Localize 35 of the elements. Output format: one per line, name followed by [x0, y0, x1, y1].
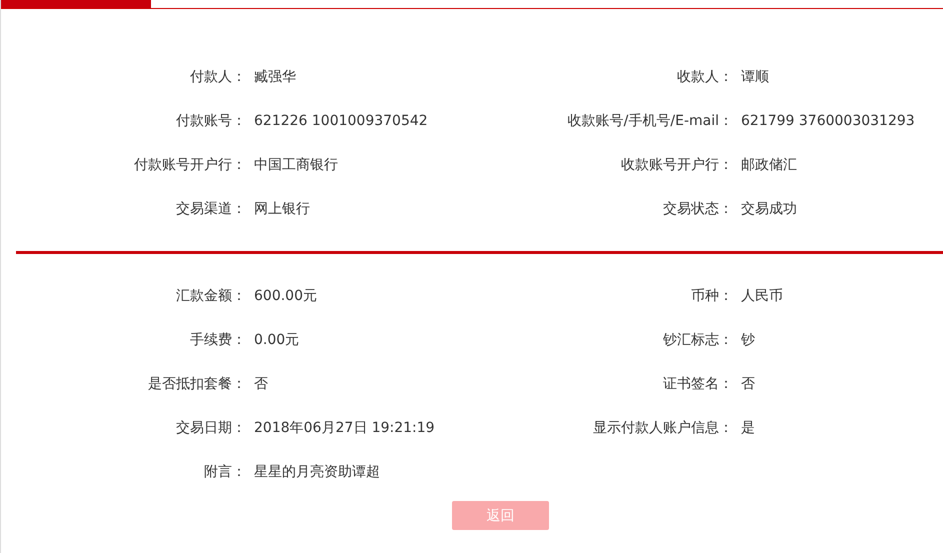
field-label: 交易渠道：: [176, 200, 246, 218]
field-label: 汇款金额：: [176, 287, 246, 305]
field-value: 600.00元: [253, 287, 317, 305]
field-label: 收款账号/手机号/E-mail：: [568, 112, 733, 130]
field-label: 收款账号开户行：: [621, 156, 733, 174]
field-value: 星星的月亮资助谭超: [253, 463, 380, 481]
field-value: 2018年06月27日 19:21:19: [253, 419, 435, 437]
field-value: 邮政储汇: [740, 156, 797, 174]
field-label: 交易状态：: [663, 200, 733, 218]
field-label: 付款账号开户行：: [134, 156, 246, 174]
field-label: 证书签名：: [663, 375, 733, 393]
field-label: 交易日期：: [176, 419, 246, 437]
field-value: 否: [253, 375, 268, 393]
field-value: 臧强华: [253, 68, 296, 86]
field-label: 附言：: [204, 463, 246, 481]
field-value: 交易成功: [740, 200, 797, 218]
field-value: 钞: [740, 331, 755, 349]
field-label: 手续费：: [190, 331, 246, 349]
field-value: 0.00元: [253, 331, 300, 349]
back-button[interactable]: 返回: [452, 501, 549, 530]
field-label: 付款账号：: [176, 112, 246, 130]
field-label: 钞汇标志：: [663, 331, 733, 349]
field-label: 币种：: [691, 287, 733, 305]
field-value: 中国工商银行: [253, 156, 338, 174]
field-value: 谭顺: [740, 68, 769, 86]
field-value: 人民币: [740, 287, 783, 305]
field-label: 付款人：: [190, 68, 246, 86]
field-label: 显示付款人账户信息：: [593, 419, 733, 437]
field-value: 621799 3760003031293: [740, 113, 915, 129]
field-label: 是否抵扣套餐：: [148, 375, 246, 393]
field-value: 否: [740, 375, 755, 393]
field-value: 621226 1001009370542: [253, 113, 428, 129]
field-value: 是: [740, 419, 755, 437]
field-label: 收款人：: [677, 68, 733, 86]
field-value: 网上银行: [253, 200, 310, 218]
